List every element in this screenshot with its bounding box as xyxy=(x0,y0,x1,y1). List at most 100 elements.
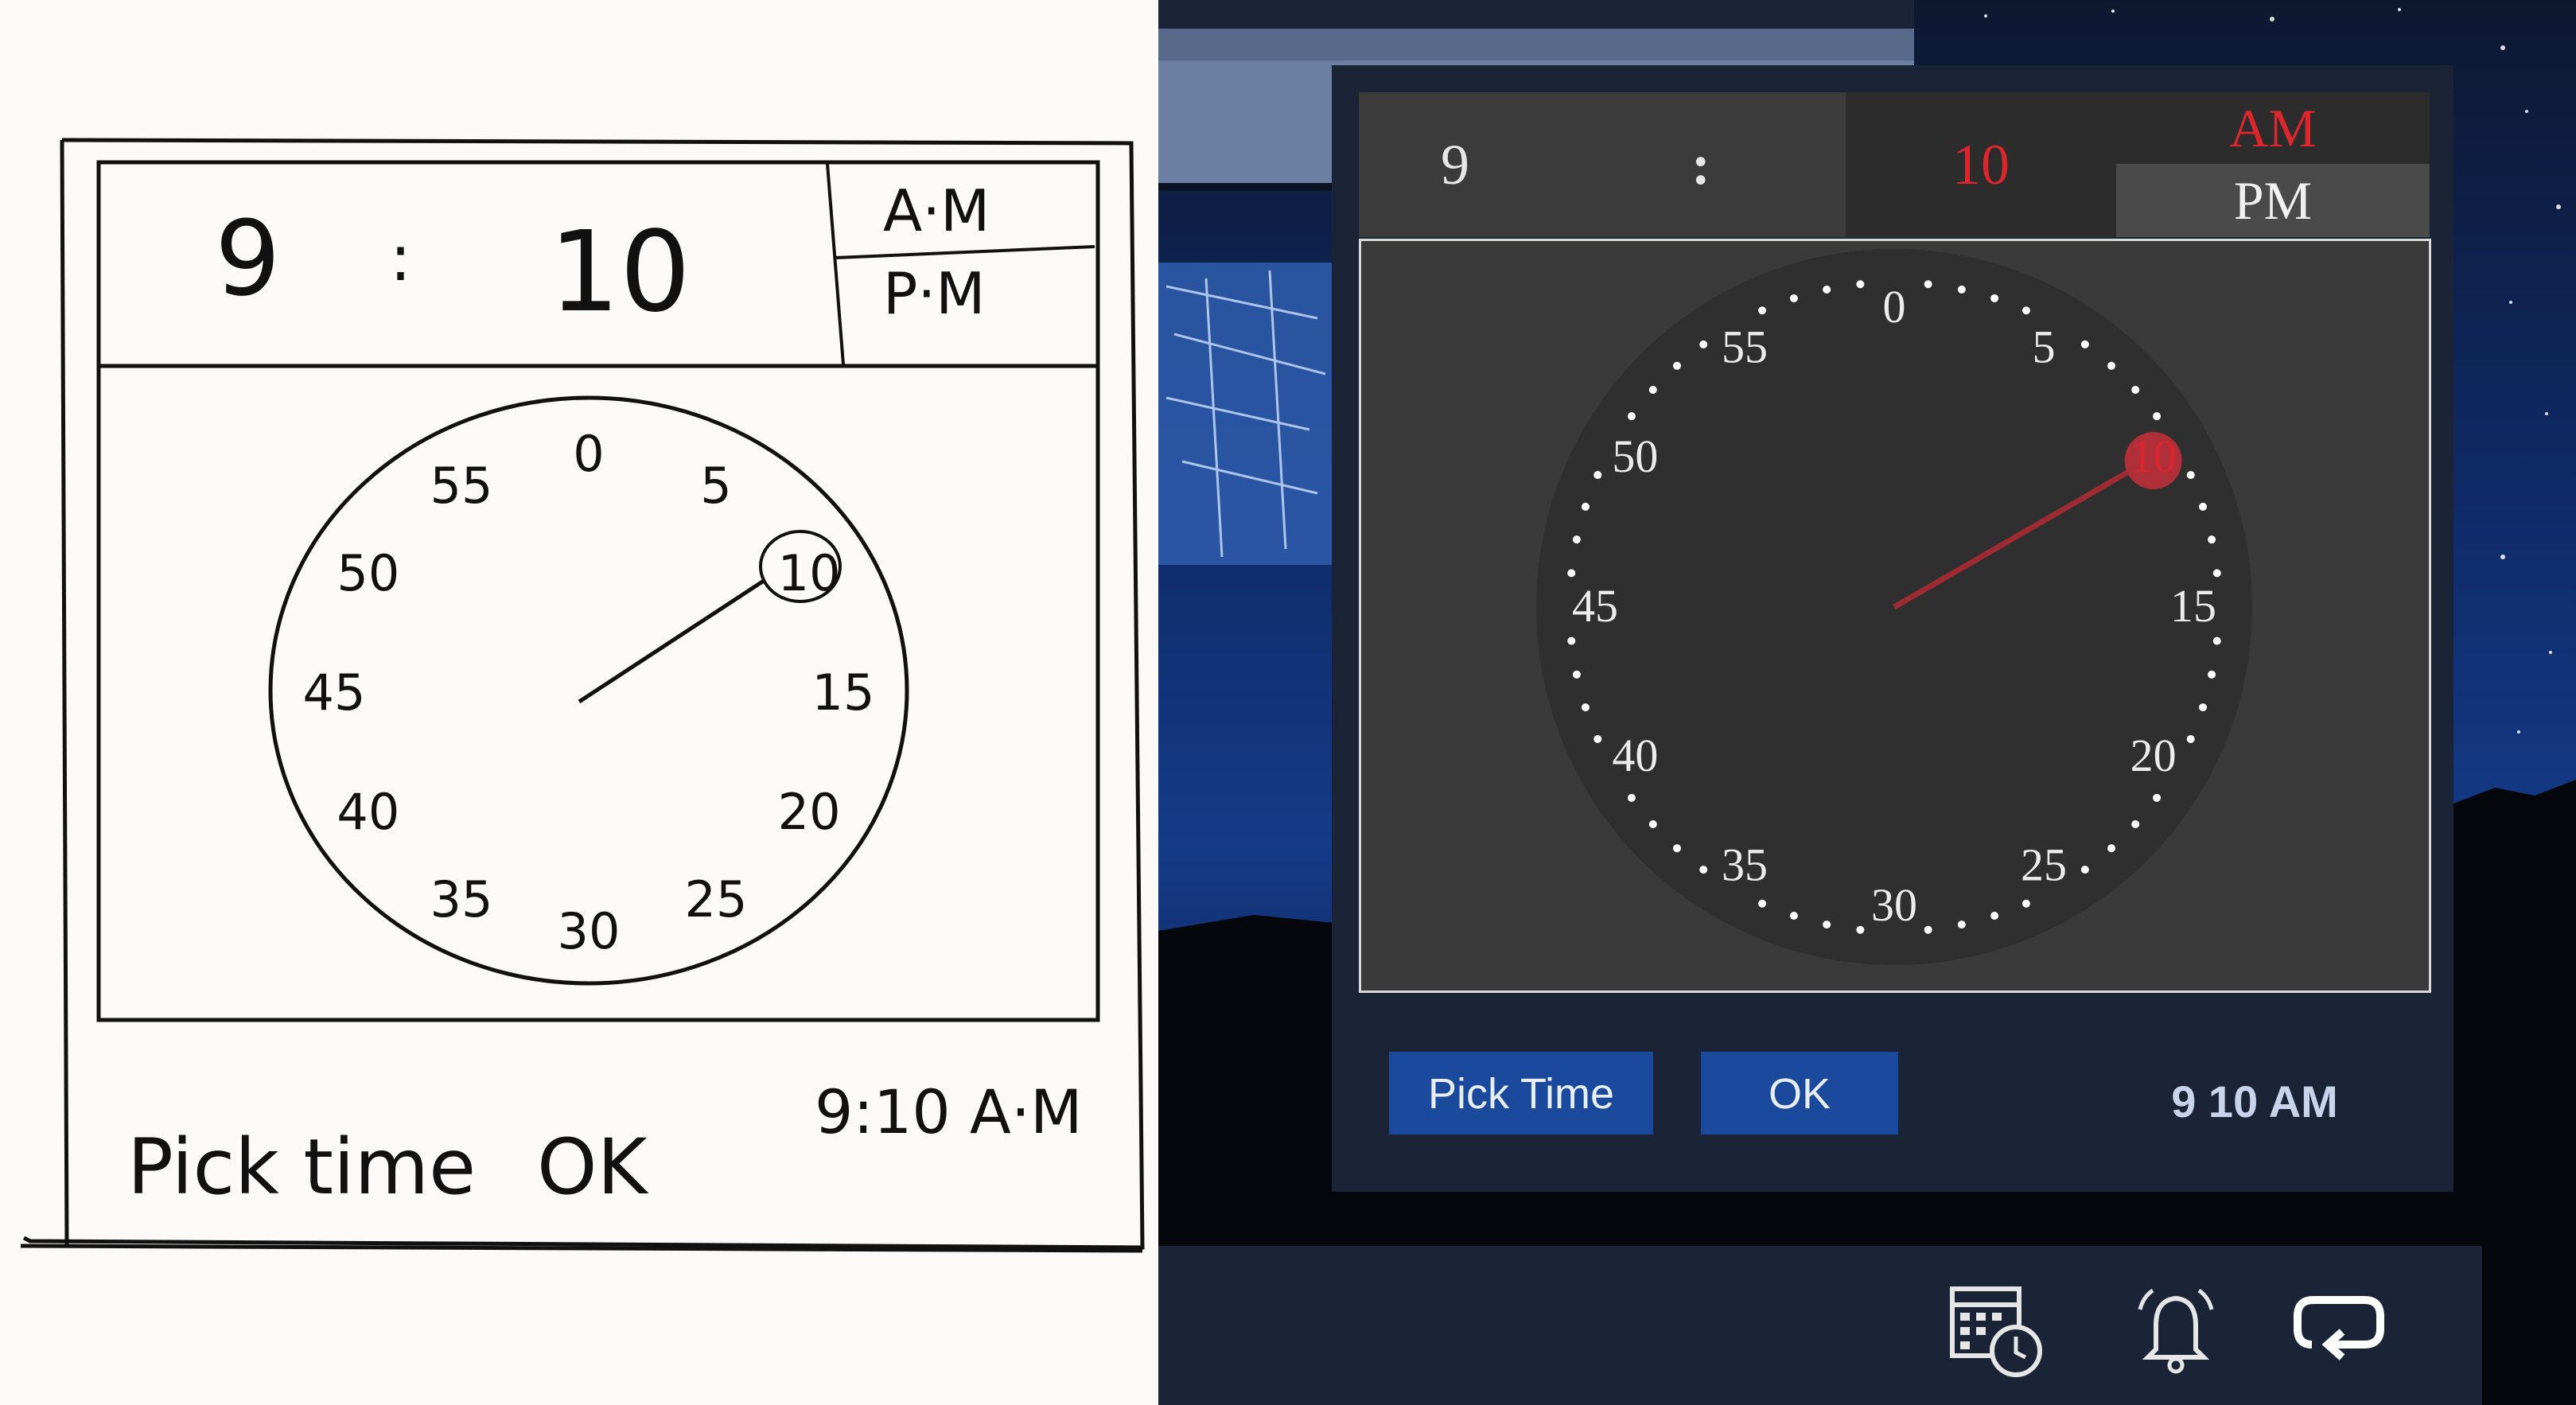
sketch-dial-label-30: 30 xyxy=(558,902,621,960)
ampm-toggle: AM PM xyxy=(2116,92,2430,237)
minute-tick-dot xyxy=(2080,866,2089,874)
minute-tick-dot xyxy=(2021,306,2030,315)
sketch-minute: 10 xyxy=(549,208,691,337)
dial-label-5[interactable]: 5 xyxy=(2033,321,2056,372)
minute-tick-dot xyxy=(2199,502,2208,511)
sketch-hour: 9 xyxy=(215,198,281,319)
clock-area: 0 5 10 15 20 25 30 35 40 45 50 55 xyxy=(1359,239,2431,993)
minute-tick-dot xyxy=(1672,844,1681,853)
dial-label-30[interactable]: 30 xyxy=(1871,879,1917,931)
dial-label-55[interactable]: 55 xyxy=(1722,321,1768,372)
sketch-pm: P·M xyxy=(883,260,985,327)
sketch-colon: : xyxy=(390,221,411,295)
minute-tick-dot xyxy=(2199,703,2208,712)
wireframe-sketch: 9 : 10 A·M P·M 0 5 10 15 20 25 30 35 40 45 50 55 Pi… xyxy=(0,0,1158,1405)
sketch-dial-label-50: 50 xyxy=(337,544,399,602)
minute-tick-dot xyxy=(1957,285,1966,294)
dial-label-40[interactable]: 40 xyxy=(1612,730,1658,781)
minute-tick-dot xyxy=(1581,703,1590,712)
minute-tick-dot xyxy=(1957,920,1966,929)
minute-tick-dot xyxy=(1856,925,1865,934)
minute-tick-dot xyxy=(1924,280,1932,289)
pm-button[interactable]: PM xyxy=(2116,164,2430,237)
sketch-dial-label-45: 45 xyxy=(303,664,366,722)
taskbar xyxy=(1158,1246,2482,1405)
selected-time-readout: 9 10 AM xyxy=(2171,1076,2338,1127)
minute-tick-dot xyxy=(1924,925,1932,934)
minute-tick-dot xyxy=(2186,471,2195,480)
sketch-dial-label-20: 20 xyxy=(778,783,841,841)
bell-icon[interactable] xyxy=(2124,1278,2228,1381)
sketch-dial-label-15: 15 xyxy=(812,664,875,722)
minute-tick-dot xyxy=(1758,306,1767,315)
dial-label-50[interactable]: 50 xyxy=(1612,430,1658,482)
dial-label-20[interactable]: 20 xyxy=(2130,730,2177,781)
minute-tick-dot xyxy=(2153,793,2162,802)
minute-tick-dot xyxy=(1672,361,1681,370)
desktop-background: 9 : 10 AM PM 0 5 10 15 20 25 30 35 40 45 50 55 Pick… xyxy=(1158,0,2576,1405)
am-button[interactable]: AM xyxy=(2116,92,2430,164)
minute-tick-dot xyxy=(2208,535,2216,544)
minute-display[interactable]: 10 xyxy=(1846,92,2116,237)
pick-time-button[interactable]: Pick Time xyxy=(1389,1052,1653,1135)
minute-tick-dot xyxy=(1627,412,1636,421)
minute-tick-dot xyxy=(1823,920,1831,929)
dial-label-45[interactable]: 45 xyxy=(1572,580,1618,632)
sketch-dial-label-0: 0 xyxy=(573,425,604,483)
sketch-dial-label-10: 10 xyxy=(778,544,841,602)
minute-tick-dot xyxy=(1758,899,1767,908)
sketch-hand xyxy=(578,578,765,704)
sketch-dial-label-55: 55 xyxy=(430,457,493,515)
dial-label-0[interactable]: 0 xyxy=(1883,281,1906,333)
minute-tick-dot xyxy=(2212,636,2221,645)
minute-display-box[interactable]: 10 xyxy=(1846,92,2116,237)
minute-tick-dot xyxy=(1990,912,1999,920)
dial-label-10[interactable]: 10 xyxy=(2130,430,2177,482)
minute-tick-dot xyxy=(1648,385,1657,394)
minute-tick-dot xyxy=(1572,670,1581,679)
sketch-result: 9:10 A·M xyxy=(815,1076,1083,1147)
minute-tick-dot xyxy=(2080,340,2089,348)
sketch-am: A·M xyxy=(883,177,990,244)
dial-label-15[interactable]: 15 xyxy=(2170,580,2216,632)
dial-label-35[interactable]: 35 xyxy=(1722,839,1768,891)
time-picker-panel: 9 : 10 AM PM 0 5 10 15 20 25 30 35 40 45 50 55 Pick… xyxy=(1332,65,2453,1192)
sketch-ok-label: OK xyxy=(537,1123,649,1212)
minute-tick-dot xyxy=(2186,734,2195,743)
sketch-dial-label-25: 25 xyxy=(685,870,748,928)
sketch-pick-label: Pick time xyxy=(127,1123,476,1212)
sketch-dial-label-5: 5 xyxy=(700,457,731,515)
minute-tick-dot xyxy=(2153,412,2162,421)
hour-display[interactable]: 9 xyxy=(1407,92,1504,237)
minute-tick-dot xyxy=(1572,535,1581,544)
sketch-dial-label-40: 40 xyxy=(337,783,399,841)
minute-tick-dot xyxy=(1593,734,1602,743)
minute-dial[interactable]: 0 5 10 15 20 25 30 35 40 45 50 55 xyxy=(1361,241,2429,991)
minute-tick-dot xyxy=(1648,820,1657,829)
minute-tick-dot xyxy=(2208,670,2216,679)
repeat-icon[interactable] xyxy=(2288,1278,2391,1381)
minute-tick-dot xyxy=(2131,820,2140,829)
minute-tick-dot xyxy=(1823,285,1831,294)
minute-tick-dot xyxy=(1581,502,1590,511)
minute-tick-dot xyxy=(1699,866,1708,874)
minute-tick-dot xyxy=(1789,912,1798,920)
minute-tick-dot xyxy=(2131,385,2140,394)
ok-button[interactable]: OK xyxy=(1701,1052,1898,1135)
minute-tick-dot xyxy=(2107,361,2116,370)
minute-tick-dot xyxy=(1699,340,1708,348)
minute-tick-dot xyxy=(1990,294,1999,302)
minute-tick-dot xyxy=(1856,280,1865,289)
minute-tick-dot xyxy=(1567,636,1576,645)
dial-label-25[interactable]: 25 xyxy=(2021,839,2067,891)
time-separator: : xyxy=(1691,133,1710,197)
minute-tick-dot xyxy=(2107,844,2116,853)
minute-tick-dot xyxy=(2021,899,2030,908)
sketch-dial-labels: 0 5 10 15 20 25 30 35 40 45 50 55 xyxy=(303,425,875,960)
minute-tick-dot xyxy=(1567,569,1576,578)
minute-tick-dot xyxy=(1789,294,1798,302)
minute-tick-dot xyxy=(1627,793,1636,802)
minute-tick-dot xyxy=(2212,569,2221,578)
minute-tick-dot xyxy=(1593,471,1602,480)
calendar-clock-icon[interactable] xyxy=(1946,1278,2049,1381)
